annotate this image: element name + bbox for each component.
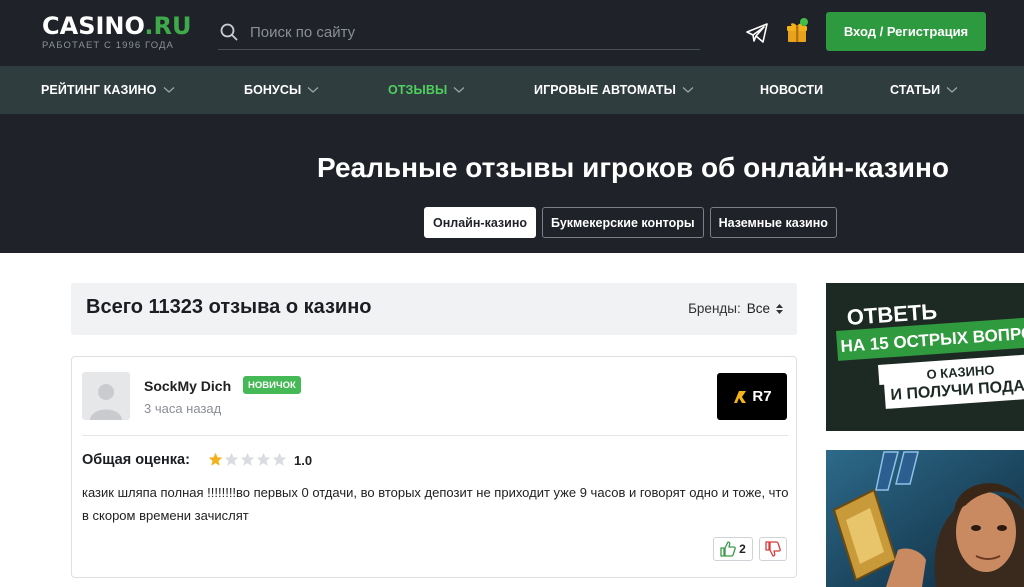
reviews-count-title: Всего 11323 отзыва о казино [86, 296, 372, 318]
star-empty-icon [224, 452, 239, 466]
review-time: 3 часа назад [144, 401, 222, 416]
nav-item-label: ОТЗЫВЫ [388, 83, 448, 97]
star-empty-icon [272, 452, 287, 466]
casino-brand-logo[interactable]: R7 [717, 373, 787, 420]
nav-item-reviews[interactable]: ОТЗЫВЫ [388, 66, 465, 114]
category-tabs: Онлайн-казино Букмекерские конторы Назем… [424, 207, 837, 238]
user-placeholder-icon [90, 384, 122, 420]
site-logo[interactable]: CASINO.RU РАБОТАЕТ С 1996 ГОДА [42, 12, 191, 51]
nav-item-slots[interactable]: ИГРОВЫЕ АВТОМАТЫ [534, 66, 694, 114]
star-empty-icon [240, 452, 255, 466]
chevron-down-icon [946, 87, 958, 93]
chevron-down-icon [682, 87, 694, 93]
chevron-down-icon [307, 87, 319, 93]
thumbs-up-icon [720, 541, 736, 557]
search-bar [218, 14, 700, 50]
nav-item-bonuses[interactable]: БОНУСЫ [244, 66, 319, 114]
telegram-icon[interactable] [745, 22, 769, 44]
reviews-summary-bar: Всего 11323 отзыва о казино Бренды: Все [71, 283, 797, 335]
brands-filter-label: Бренды: [688, 301, 741, 316]
review-card: SockMy Dich НОВИЧОК 3 часа назад R7 Обща… [71, 356, 797, 578]
nav-item-label: НОВОСТИ [760, 83, 824, 97]
search-input[interactable] [250, 18, 690, 46]
login-register-button[interactable]: Вход / Регистрация [826, 12, 986, 51]
logo-tagline: РАБОТАЕТ С 1996 ГОДА [42, 40, 174, 51]
logo-text: CASINO.RU [42, 12, 192, 40]
brands-filter[interactable]: Бренды: Все [688, 301, 783, 316]
like-button[interactable]: 2 [713, 537, 753, 561]
rating-stars [208, 452, 287, 467]
notification-dot [800, 18, 808, 26]
user-level-badge: НОВИЧОК [243, 376, 301, 394]
brands-filter-value: Все [746, 301, 770, 316]
star-filled-icon [208, 452, 223, 466]
promo-banner-slot[interactable] [826, 450, 1024, 587]
dislike-button[interactable] [759, 537, 787, 561]
tab-bookmakers[interactable]: Букмекерские конторы [542, 207, 704, 238]
overall-rating-label: Общая оценка: [82, 452, 190, 468]
sort-arrows-icon [776, 303, 783, 314]
nav-item-news[interactable]: НОВОСТИ [760, 66, 823, 114]
tab-online-casino[interactable]: Онлайн-казино [424, 207, 537, 238]
thumbs-down-icon [765, 541, 781, 557]
overall-rating-value: 1.0 [294, 453, 313, 468]
search-icon[interactable] [220, 23, 238, 41]
star-empty-icon [256, 452, 271, 466]
chevron-down-icon [163, 87, 174, 93]
promo-banner-quiz[interactable]: ОТВЕТЬ НА 15 ОСТРЫХ ВОПРОСОВ О КАЗИНО И … [826, 283, 1024, 431]
main-nav: РЕЙТИНГ КАЗИНО БОНУСЫ ОТЗЫВЫ ИГРОВЫЕ АВТ… [0, 66, 1024, 114]
avatar [82, 372, 130, 420]
nav-item-label: БОНУСЫ [244, 83, 302, 97]
chevron-down-icon [453, 87, 465, 93]
slot-character-image [826, 450, 1024, 587]
likes-count: 2 [739, 542, 746, 556]
nav-item-label: ИГРОВЫЕ АВТОМАТЫ [534, 83, 676, 97]
brand-name: R7 [752, 388, 772, 405]
hero-section: Реальные отзывы игроков об онлайн-казино… [0, 114, 1024, 253]
nav-item-label: РЕЙТИНГ КАЗИНО [41, 83, 157, 97]
tab-land-casino[interactable]: Наземные казино [709, 207, 837, 238]
review-text: казик шляпа полная !!!!!!!!во первых 0 о… [82, 485, 789, 523]
site-header: CASINO.RU РАБОТАЕТ С 1996 ГОДА Вход / Ре… [0, 0, 1024, 66]
r7-logo-icon [734, 390, 747, 403]
divider [82, 435, 788, 436]
review-author[interactable]: SockMy Dich [144, 378, 231, 394]
nav-item-casino-rating[interactable]: РЕЙТИНГ КАЗИНО [41, 66, 175, 114]
page-title: Реальные отзывы игроков об онлайн-казино [316, 152, 950, 183]
nav-item-articles[interactable]: СТАТЬИ [890, 66, 958, 114]
nav-item-label: СТАТЬИ [890, 83, 941, 97]
